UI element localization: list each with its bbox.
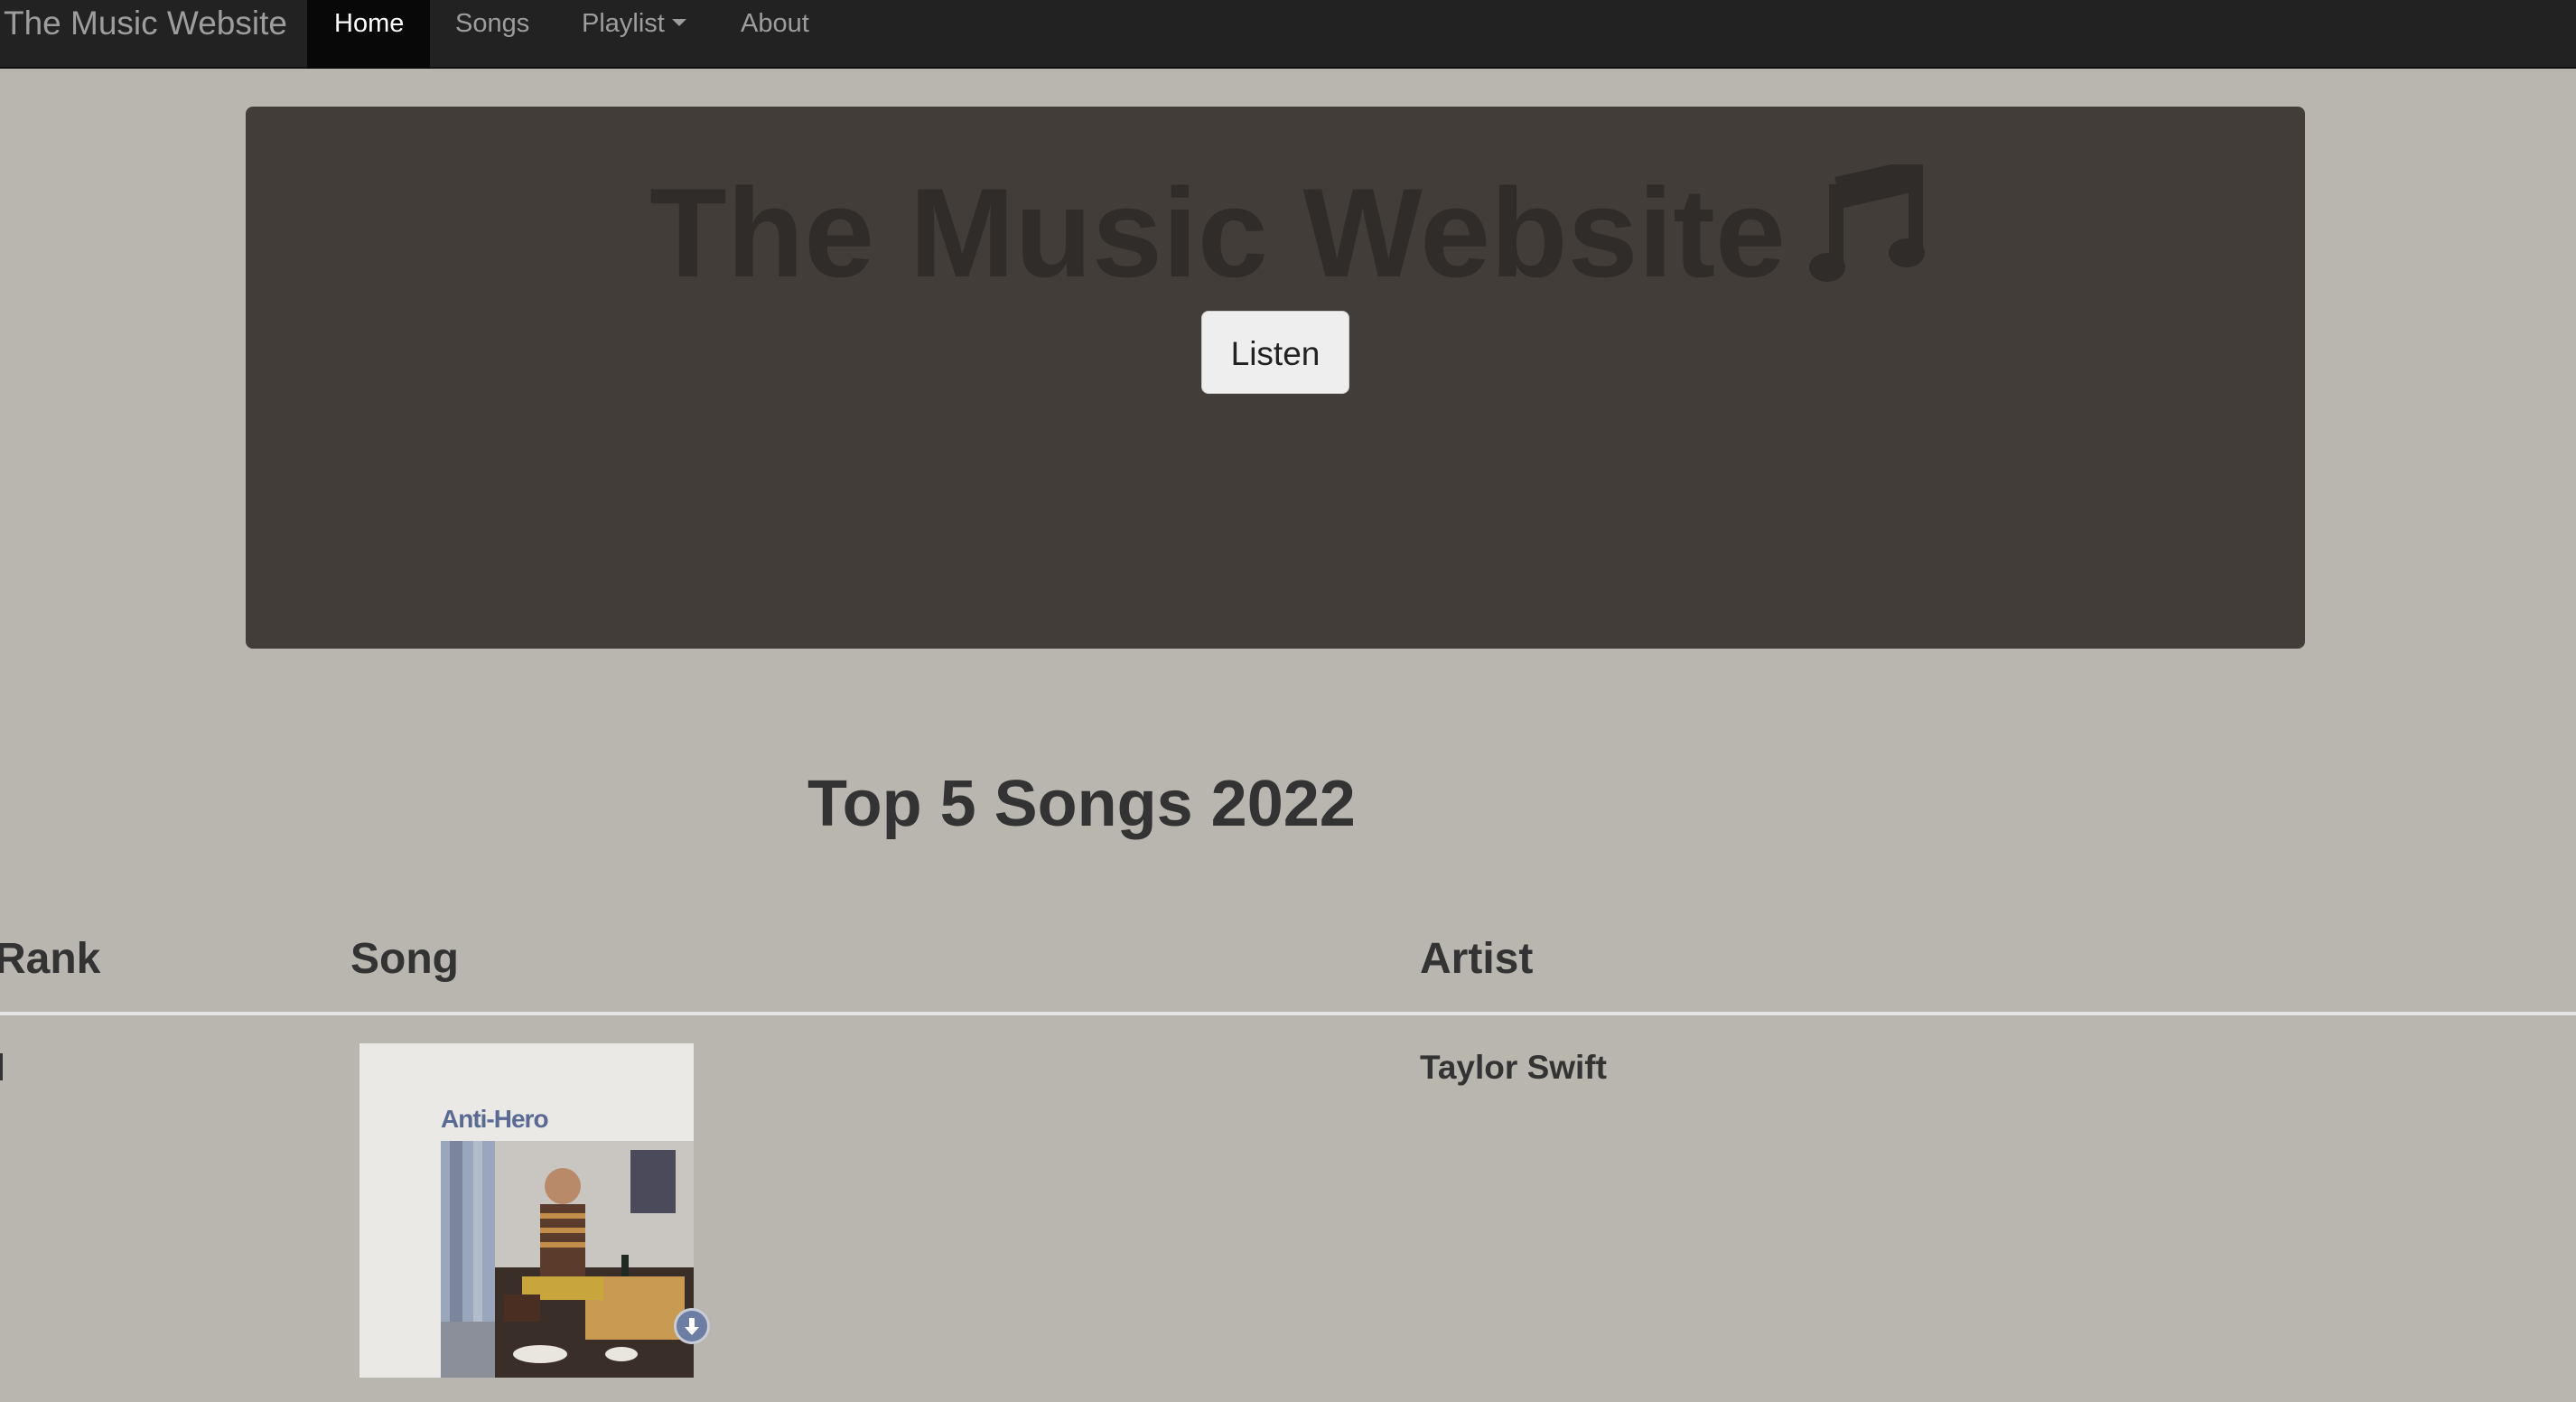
hero-title-text: The Music Website: [649, 162, 1786, 304]
section-title: Top 5 Songs 2022: [807, 768, 1356, 840]
listen-button[interactable]: Listen: [1201, 311, 1349, 394]
album-cover-image[interactable]: Anti-Hero: [359, 1043, 694, 1378]
nav-item-songs-label: Songs: [455, 9, 530, 38]
rank-cell: [0, 1053, 3, 1080]
album-cover-photo: [441, 1141, 694, 1378]
nav-item-about[interactable]: About: [717, 0, 826, 69]
hero-title: The Music Website: [0, 156, 2576, 316]
caret-down-icon: [671, 19, 686, 27]
column-header-artist: Artist: [1420, 935, 1534, 983]
column-header-song: Song: [350, 935, 459, 983]
nav-item-home-label: Home: [334, 9, 405, 38]
nav-item-playlist-dropdown[interactable]: Playlist: [555, 0, 708, 69]
download-icon[interactable]: [674, 1308, 710, 1344]
album-cover-title: Anti-Hero: [441, 1105, 549, 1133]
top-navbar: The Music Website Home Songs Playlist Ab…: [0, 0, 2576, 69]
artist-cell: Taylor Swift: [1420, 1049, 1607, 1086]
nav-item-home[interactable]: Home: [307, 0, 430, 69]
nav-item-playlist-label: Playlist: [582, 9, 665, 38]
nav-item-songs[interactable]: Songs: [430, 0, 538, 69]
brand-link[interactable]: The Music Website: [4, 4, 287, 43]
column-header-rank: Rank: [0, 935, 101, 983]
nav-item-about-label: About: [741, 9, 809, 38]
music-note-icon: [1808, 156, 1927, 316]
table-divider: [0, 1012, 2576, 1015]
